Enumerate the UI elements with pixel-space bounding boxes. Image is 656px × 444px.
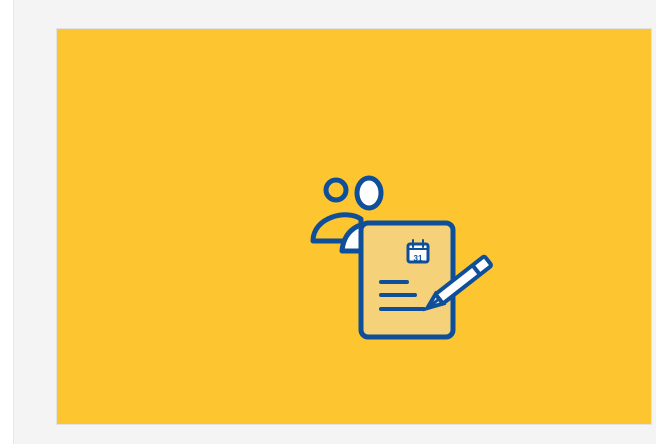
calendar-day-label: 31: [414, 254, 423, 263]
thumbnail-frame: 31: [13, 0, 656, 444]
thumbnail-card[interactable]: 31: [56, 28, 652, 425]
users-document-calendar-pen-icon: 31: [303, 173, 499, 343]
